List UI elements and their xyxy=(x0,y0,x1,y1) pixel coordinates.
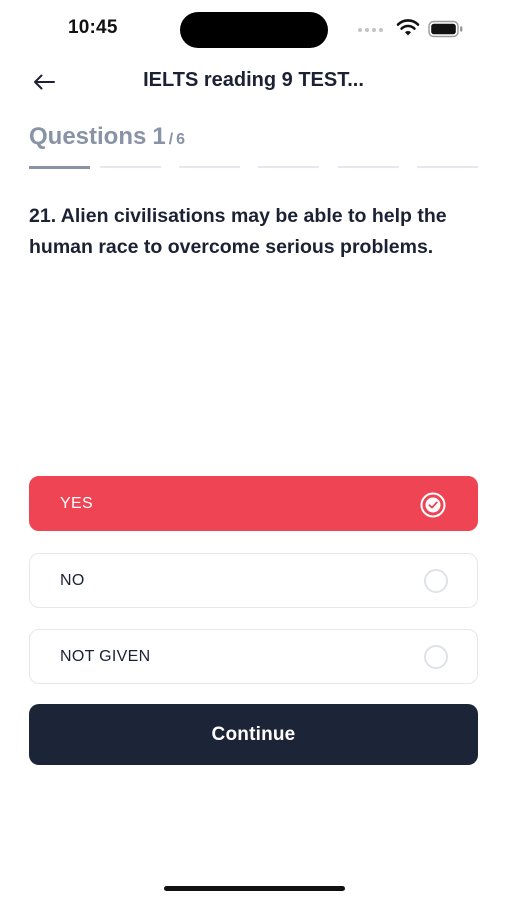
progress-segment xyxy=(258,166,319,168)
check-circle-icon xyxy=(420,492,446,518)
progress-segment xyxy=(338,166,399,168)
option-not-given[interactable]: NOT GIVEN xyxy=(29,629,478,684)
option-label: YES xyxy=(60,495,93,512)
battery-icon xyxy=(428,20,463,38)
status-icons xyxy=(358,18,468,40)
wifi-icon xyxy=(396,19,420,36)
signal-dots-icon xyxy=(358,28,383,32)
radio-empty-icon xyxy=(424,645,448,669)
progress-segments xyxy=(29,166,479,169)
option-yes[interactable]: YES xyxy=(29,476,478,531)
question-text: 21. Alien civilisations may be able to h… xyxy=(29,205,447,258)
progress-segment xyxy=(179,166,240,168)
page-title: IELTS reading 9 TEST... xyxy=(143,69,364,91)
question-counter: Questions 1/6 xyxy=(29,123,185,151)
counter-current: 1 xyxy=(152,123,166,150)
option-label: NOT GIVEN xyxy=(60,648,151,665)
dynamic-island xyxy=(180,12,328,48)
counter-total: 6 xyxy=(176,131,186,148)
radio-empty-icon xyxy=(424,569,448,593)
progress-segment xyxy=(100,166,161,168)
continue-button[interactable]: Continue xyxy=(29,704,478,765)
counter-separator: / xyxy=(168,131,174,148)
arrow-left-icon xyxy=(34,74,55,90)
home-indicator[interactable] xyxy=(164,886,345,891)
counter-label: Questions xyxy=(29,123,147,150)
progress-segment xyxy=(417,166,478,168)
progress-segment xyxy=(29,166,90,169)
status-time: 10:45 xyxy=(68,17,118,38)
option-no[interactable]: NO xyxy=(29,553,478,608)
back-button[interactable] xyxy=(28,66,60,98)
option-label: NO xyxy=(60,572,85,589)
